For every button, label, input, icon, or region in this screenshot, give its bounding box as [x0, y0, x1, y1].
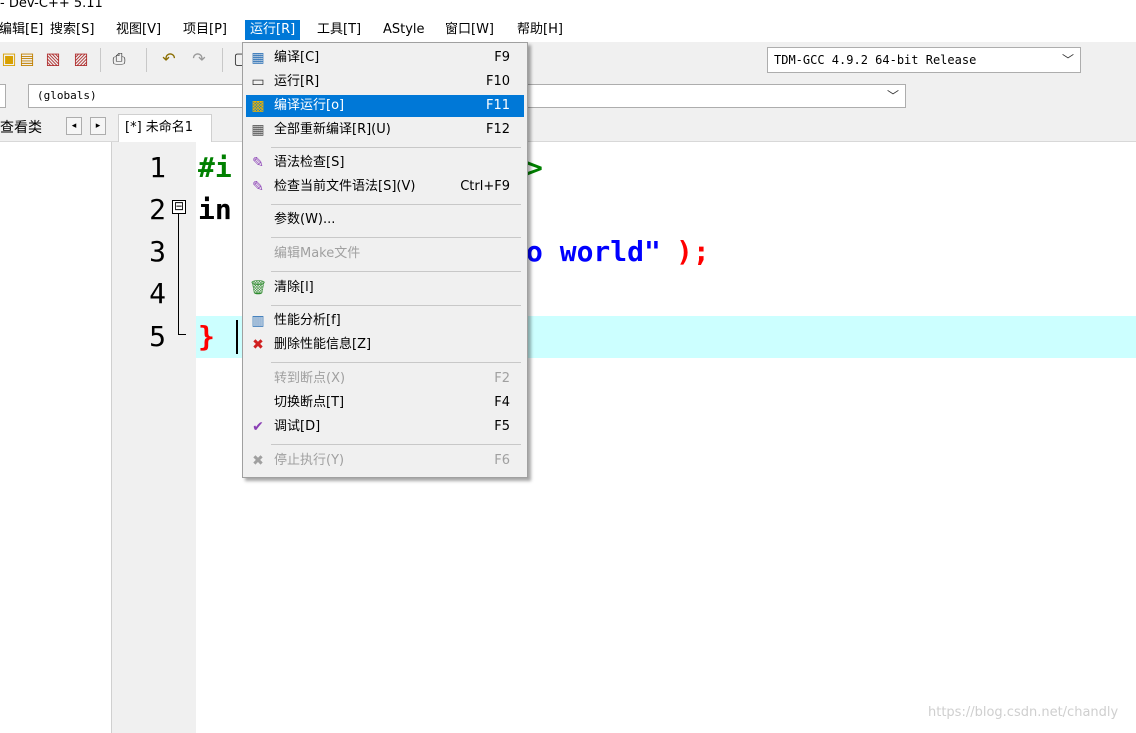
- print-icon[interactable]: ⎙: [110, 50, 128, 68]
- menu-astyle[interactable]: AStyle: [378, 20, 430, 40]
- tab-next-button[interactable]: ▸: [90, 117, 106, 135]
- code-line-1: #i: [198, 151, 232, 184]
- toolbar-divider: [100, 48, 101, 72]
- menu-separator: [271, 362, 521, 363]
- title-bar: - Dev-C++ 5.11: [0, 0, 1136, 14]
- redo-icon[interactable]: ↷: [190, 50, 208, 68]
- menu-item-parameters[interactable]: 参数(W)...: [246, 209, 524, 231]
- trash-icon: 🗑: [249, 280, 267, 296]
- menu-help[interactable]: 帮助[H]: [512, 20, 568, 40]
- code-line-2: in: [198, 193, 232, 226]
- menu-run[interactable]: 运行[R]: [245, 20, 301, 40]
- fold-toggle-icon[interactable]: ⊟: [172, 200, 186, 214]
- menu-separator: [271, 237, 521, 238]
- file-check-icon: ✎: [252, 179, 264, 195]
- compile-run-icon: ▩: [251, 98, 265, 114]
- compiler-select[interactable]: TDM-GCC 4.9.2 64-bit Release ﹀: [767, 47, 1081, 73]
- syntax-check-icon: ✎: [252, 155, 264, 171]
- menu-item-goto-breakpoint: 转到断点(X) F2: [274, 371, 510, 386]
- grid-icon: ▦: [251, 50, 265, 66]
- menu-item-delete-profile[interactable]: ✖ 删除性能信息[Z]: [246, 334, 524, 356]
- class-browser-panel: [0, 142, 112, 733]
- delete-profile-icon: ✖: [252, 337, 264, 353]
- menu-separator: [271, 271, 521, 272]
- menu-project[interactable]: 项目[P]: [178, 20, 232, 40]
- menu-item-profile[interactable]: ▥ 性能分析[f]: [246, 310, 524, 332]
- menu-item-toggle-breakpoint[interactable]: 切换断点[T] F4: [246, 392, 524, 414]
- menu-separator: [271, 204, 521, 205]
- window-title: - Dev-C++ 5.11: [0, 0, 103, 11]
- menu-item-run[interactable]: ▭ 运行[R] F10: [246, 71, 524, 93]
- menu-edit[interactable]: 编辑[E]: [0, 20, 48, 40]
- class-select[interactable]: [0, 84, 6, 108]
- menu-view[interactable]: 视图[V]: [111, 20, 166, 40]
- menu-separator: [271, 444, 521, 445]
- toolbar-divider: [146, 48, 147, 72]
- menu-search[interactable]: 搜索[S]: [45, 20, 99, 40]
- line-number: 3: [149, 235, 166, 268]
- scope-value: (globals): [37, 89, 97, 102]
- menu-separator: [271, 305, 521, 306]
- close-file-icon[interactable]: ▧: [44, 50, 62, 68]
- menu-item-edit-makefile: 编辑Make文件: [274, 246, 361, 261]
- rebuild-icon: ▦: [251, 122, 265, 138]
- menu-item-syntax-check[interactable]: ✎ 语法检查[S]: [246, 152, 524, 174]
- undo-icon[interactable]: ↶: [160, 50, 178, 68]
- watermark: https://blog.csdn.net/chandly: [928, 705, 1119, 720]
- fold-line: [178, 214, 179, 334]
- code-line-3-end: );: [676, 235, 710, 268]
- menu-tools[interactable]: 工具[T]: [312, 20, 366, 40]
- toolbar-divider: [222, 48, 223, 72]
- line-number: 1: [149, 151, 166, 184]
- tab-untitled-1[interactable]: [*] 未命名1: [118, 114, 212, 142]
- save-all-icon[interactable]: ▤: [18, 50, 36, 68]
- menu-item-compile[interactable]: ▦ 编译[C] F9: [246, 47, 524, 69]
- menu-item-debug[interactable]: ✔ 调试[D] F5: [246, 416, 524, 438]
- panel-splitter[interactable]: [112, 142, 120, 733]
- tab-prev-button[interactable]: ◂: [66, 117, 82, 135]
- line-number: 2: [149, 193, 166, 226]
- close-all-icon[interactable]: ▨: [72, 50, 90, 68]
- code-line-3-string: o world": [526, 235, 661, 268]
- save-icon[interactable]: ▣: [0, 50, 18, 68]
- code-line-1-tail: >: [526, 151, 543, 184]
- code-line-5-brace: }: [198, 320, 215, 353]
- debug-check-icon: ✔: [252, 419, 264, 435]
- menu-item-stop-execution: ✖ 停止执行(Y) F6: [246, 450, 524, 472]
- menu-item-compile-run[interactable]: ▩ 编译运行[o] F11: [246, 95, 524, 117]
- compiler-value: TDM-GCC 4.9.2 64-bit Release: [774, 53, 977, 67]
- menu-item-rebuild-all[interactable]: ▦ 全部重新编译[R](U) F12: [246, 119, 524, 141]
- chevron-down-icon: ﹀: [1061, 53, 1074, 67]
- bar-chart-icon: ▥: [251, 313, 265, 329]
- stop-icon: ✖: [252, 453, 264, 469]
- run-menu-dropdown: ▦ 编译[C] F9 ▭ 运行[R] F10 ▩ 编译运行[o] F11 ▦ 全…: [242, 42, 528, 478]
- window-icon: ▭: [251, 74, 265, 90]
- line-number: 4: [149, 277, 166, 310]
- text-caret: [236, 320, 238, 354]
- fold-line-end: [178, 334, 186, 335]
- line-number: 5: [149, 320, 166, 353]
- menu-item-check-file-syntax[interactable]: ✎ 检查当前文件语法[S](V) Ctrl+F9: [246, 176, 524, 198]
- chevron-down-icon: ﹀: [886, 89, 899, 103]
- menu-separator: [271, 147, 521, 148]
- menu-bar: 编辑[E] 搜索[S] 视图[V] 项目[P] 运行[R] 工具[T] ASty…: [0, 18, 1136, 42]
- tab-class-view[interactable]: 查看类: [0, 117, 42, 137]
- menu-item-clean[interactable]: 🗑 清除[l]: [246, 277, 524, 299]
- menu-window[interactable]: 窗口[W]: [440, 20, 499, 40]
